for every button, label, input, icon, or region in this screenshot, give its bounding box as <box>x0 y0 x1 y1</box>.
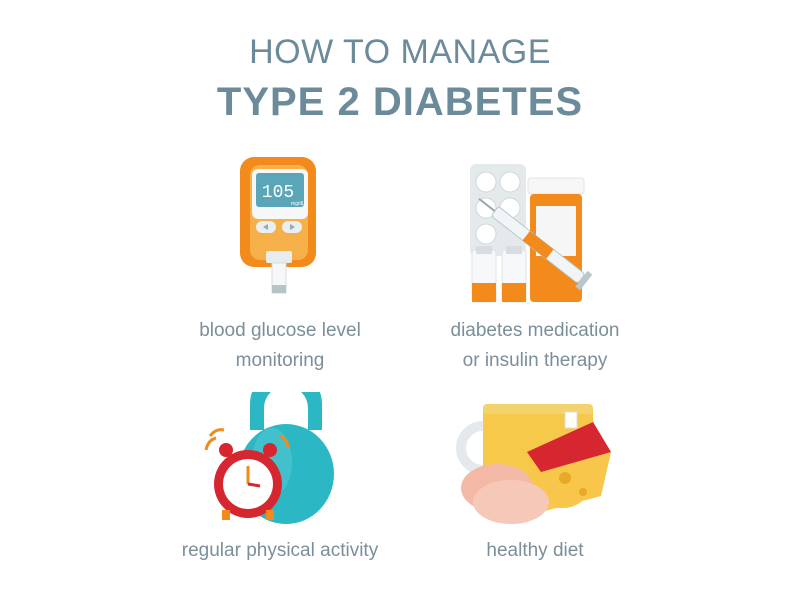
label-medication: diabetes medication or insulin therapy <box>420 316 650 376</box>
label-diet-line-1: healthy diet <box>486 540 584 561</box>
healthy-food-icon <box>456 404 611 524</box>
label-activity: regular physical activity <box>160 536 400 566</box>
label-glucose: blood glucose level monitoring <box>170 316 390 376</box>
title-line-2: TYPE 2 DIABETES <box>216 80 584 124</box>
label-glucose-line-1: blood glucose level <box>199 320 361 341</box>
medication-icon <box>470 164 593 303</box>
label-medication-line-2: or insulin therapy <box>462 350 608 371</box>
meter-reading: 105 <box>262 183 294 203</box>
label-medication-line-1: diabetes medication <box>450 320 620 341</box>
label-activity-line-1: regular physical activity <box>181 540 379 561</box>
title-line-1: HOW TO MANAGE <box>249 33 551 71</box>
label-glucose-line-2: monitoring <box>235 350 325 371</box>
meter-unit: mg/dL <box>291 201 305 207</box>
label-diet: healthy diet <box>420 536 650 566</box>
kettlebell-clock-icon <box>204 392 334 524</box>
glucose-meter-icon: 105 mg/dL <box>240 157 316 294</box>
